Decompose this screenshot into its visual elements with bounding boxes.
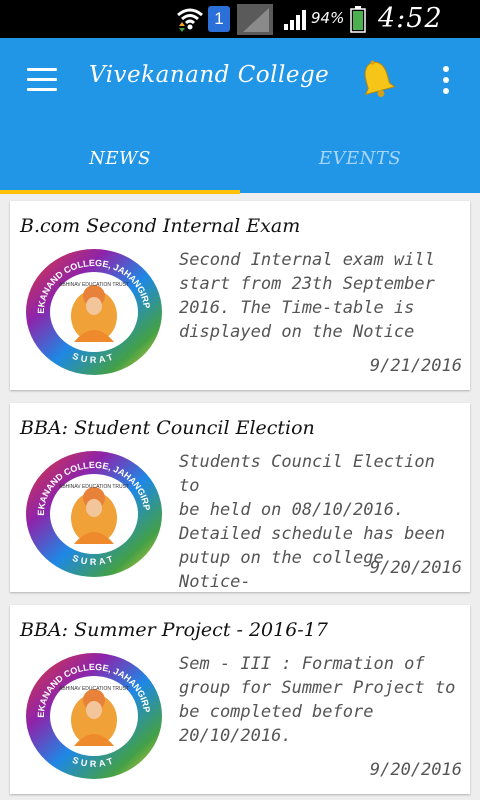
signal-box — [237, 4, 273, 35]
tab-news[interactable]: NEWS — [0, 136, 240, 193]
overflow-menu-icon[interactable] — [436, 62, 456, 98]
bell-icon[interactable] — [356, 58, 398, 100]
news-body: Sem - III : Formation of group for Summe… — [179, 654, 456, 746]
news-body: Second Internal exam will start from 23t… — [179, 250, 435, 342]
sim-icon: 1 — [208, 6, 230, 32]
status-bar: 1 94% 4:52 PM — [0, 0, 480, 65]
signal-icon — [243, 8, 269, 32]
news-card-bba-summer-project[interactable]: BBA: Summer Project - 2016-17 VIVEKANAND… — [10, 605, 470, 794]
news-date: 9/21/2016 — [369, 356, 462, 376]
college-logo: VIVEKANAND COLLEGE, JAHANGIRPURA ABHINAV… — [24, 448, 162, 577]
tab-indicator — [0, 190, 240, 194]
tab-events[interactable]: EVENTS — [240, 136, 480, 193]
news-title: BBA: Student Council Election — [20, 417, 315, 439]
signal-strength-icon — [284, 10, 306, 30]
app-bar: Vivekanand College NEWS EVENTS — [0, 38, 480, 194]
news-date: 9/20/2016 — [369, 760, 462, 780]
college-logo: VIVEKANAND COLLEGE, JAHANGIRPURA ABHINAV… — [24, 246, 162, 375]
battery-icon — [350, 6, 366, 33]
wifi-icon — [177, 8, 203, 32]
news-card-bba-election[interactable]: BBA: Student Council Election VIVEKANAND… — [10, 403, 470, 592]
svg-text:ABHINAV EDUCATION TRUST: ABHINAV EDUCATION TRUST — [59, 484, 129, 490]
svg-text:ABHINAV EDUCATION TRUST: ABHINAV EDUCATION TRUST — [59, 686, 129, 692]
battery-percent: 94% — [311, 9, 345, 27]
news-card-bcom-exam[interactable]: B.com Second Internal Exam VIVEKANAND CO… — [10, 201, 470, 390]
news-title: BBA: Summer Project - 2016-17 — [20, 619, 328, 641]
college-logo: VIVEKANAND COLLEGE, JAHANGIRPURA ABHINAV… — [24, 650, 162, 779]
svg-text:ABHINAV EDUCATION TRUST: ABHINAV EDUCATION TRUST — [59, 282, 129, 288]
news-title: B.com Second Internal Exam — [20, 215, 301, 237]
menu-icon[interactable] — [27, 68, 57, 92]
app-title: Vivekanand College — [89, 62, 330, 88]
news-date: 9/20/2016 — [369, 558, 462, 578]
